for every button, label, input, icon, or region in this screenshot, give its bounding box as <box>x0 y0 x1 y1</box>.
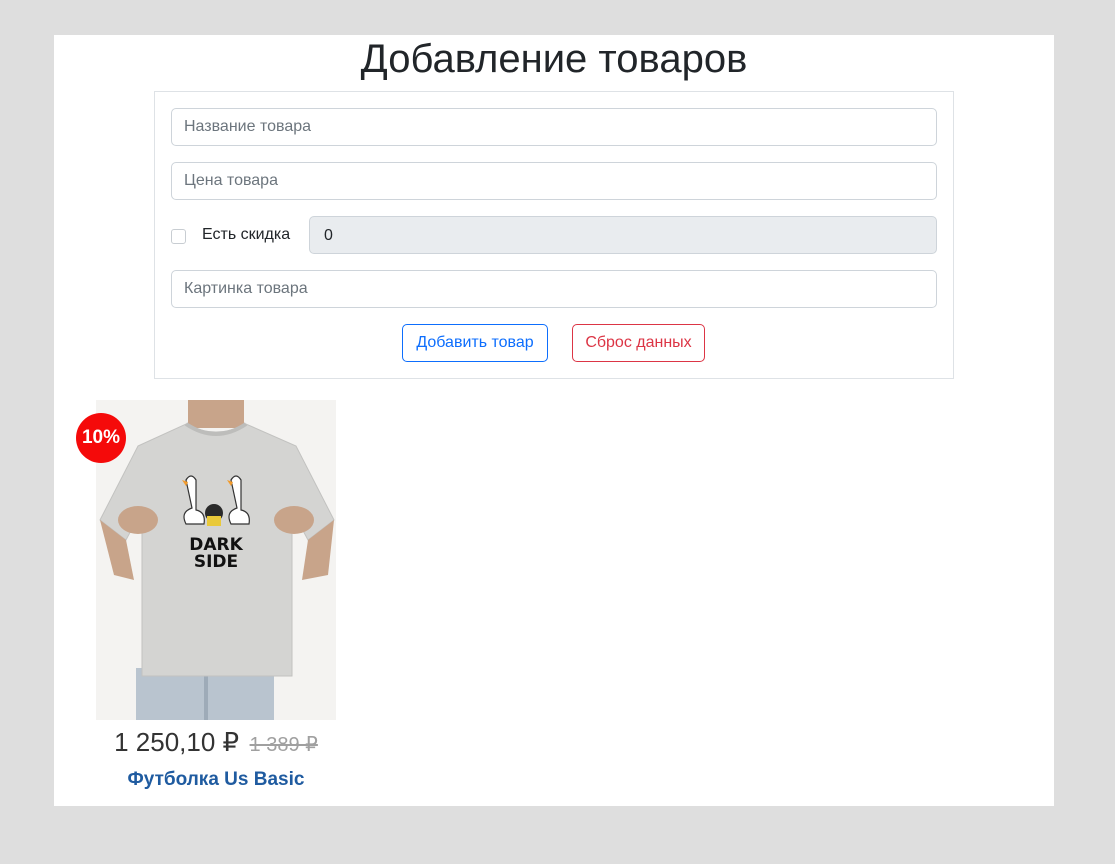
discount-checkbox-label[interactable]: Есть скидка <box>202 226 290 244</box>
discount-checkbox[interactable] <box>171 229 186 244</box>
discount-badge: 10% <box>76 413 126 463</box>
current-price: 1 250,10 ₽ <box>114 727 240 757</box>
product-name-link[interactable]: Футболка Us Basic <box>76 769 356 791</box>
old-price: 1 389 ₽ <box>249 734 318 756</box>
price-row: 1 250,10 ₽ 1 389 ₽ <box>76 727 356 758</box>
product-name-input[interactable] <box>171 108 937 146</box>
page-title: Добавление товаров <box>360 37 748 81</box>
product-image: DARK SIDE <box>96 400 336 720</box>
page-container: Добавление товаров Есть скидка 0 Добавит… <box>54 35 1054 806</box>
product-image-input[interactable] <box>171 270 937 308</box>
discount-row: Есть скидка 0 <box>171 216 937 254</box>
add-product-button[interactable]: Добавить товар <box>402 324 548 362</box>
discount-value-input: 0 <box>309 216 937 254</box>
tshirt-image: DARK SIDE <box>96 400 336 720</box>
shirt-text-side: SIDE <box>194 552 238 572</box>
reset-data-button[interactable]: Сброс данных <box>572 324 705 362</box>
add-product-form: Есть скидка 0 Добавить товар Сброс данны… <box>154 91 954 379</box>
product-price-input[interactable] <box>171 162 937 200</box>
